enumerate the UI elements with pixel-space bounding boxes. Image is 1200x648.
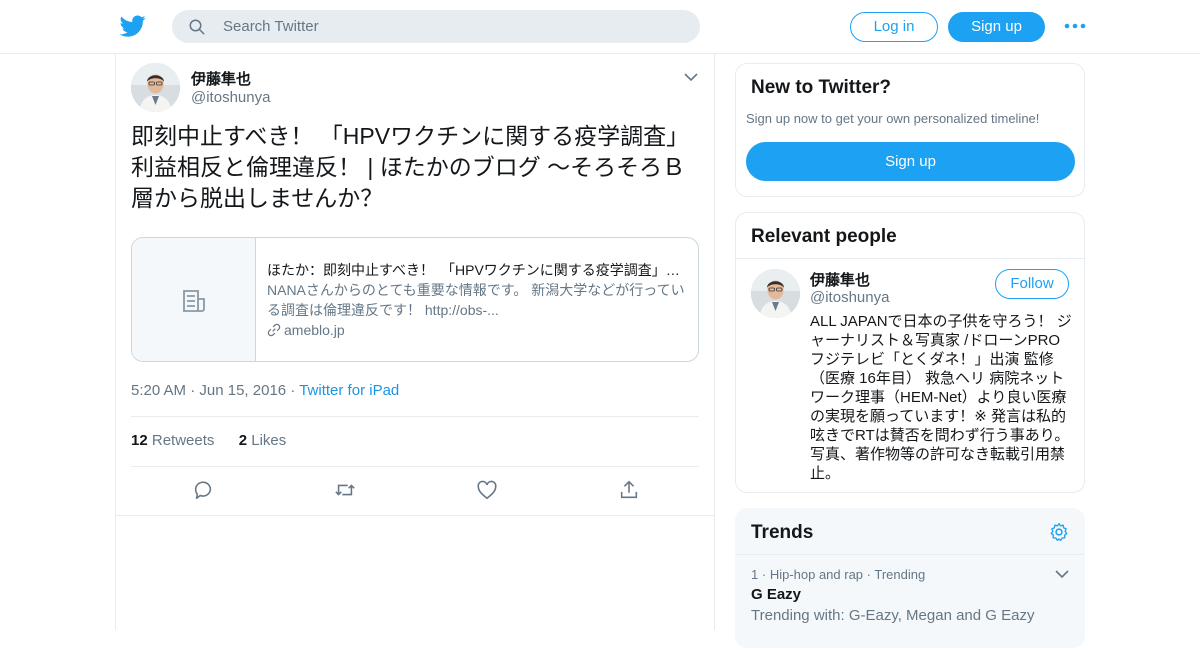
panel-title: New to Twitter? xyxy=(751,77,892,98)
person-handle[interactable]: @itoshunya xyxy=(810,289,889,306)
share-icon[interactable] xyxy=(618,479,640,501)
retweets-label[interactable]: Retweets xyxy=(152,432,215,449)
panel-title: Trends xyxy=(751,522,814,543)
new-to-twitter-panel: New to Twitter? Sign up now to get your … xyxy=(735,63,1085,197)
retweet-icon[interactable] xyxy=(334,479,356,501)
trend-name[interactable]: G Eazy xyxy=(751,586,801,603)
relevant-people-panel: Relevant people 伊藤隼也 @itoshunya Follow A… xyxy=(735,212,1085,493)
heart-icon[interactable] xyxy=(476,479,498,501)
trend-related: Trending with: G-Eazy, Megan and G Eazy xyxy=(751,607,1035,624)
search-input[interactable]: Search Twitter xyxy=(223,18,319,35)
login-button[interactable]: Log in xyxy=(850,12,938,42)
tweet-date[interactable]: Jun 15, 2016 xyxy=(199,382,286,399)
panel-subtitle: Sign up now to get your own personalized… xyxy=(746,111,1040,126)
divider xyxy=(131,416,699,417)
chevron-down-icon[interactable] xyxy=(683,70,699,84)
signup-button[interactable]: Sign up xyxy=(948,12,1045,42)
person-bio: ALL JAPANで日本の子供を守ろう！ ジャーナリスト＆写真家 /ドローンPR… xyxy=(810,313,1072,482)
card-domain-text: ameblo.jp xyxy=(284,322,345,338)
tweet-actions xyxy=(116,479,716,505)
search-icon xyxy=(189,19,205,35)
avatar[interactable] xyxy=(131,63,180,112)
tweet-text: 即刻中止すべき！ 「HPVワクチンに関する疫学調査」利益相反と倫理違反！ | ほ… xyxy=(131,123,690,211)
twitter-bird-icon[interactable] xyxy=(120,13,146,39)
tweet-stats: 12 Retweets 2 Likes xyxy=(131,432,286,449)
person-name[interactable]: 伊藤隼也 xyxy=(810,269,870,290)
meta-separator: · xyxy=(761,567,770,582)
author-name[interactable]: 伊藤隼也 xyxy=(191,68,251,89)
chevron-down-icon[interactable] xyxy=(1054,567,1070,581)
trend-status: Trending xyxy=(874,567,926,582)
search-box[interactable]: Search Twitter xyxy=(172,10,700,43)
link-icon xyxy=(267,323,281,337)
likes-count[interactable]: 2 xyxy=(239,432,247,449)
author-handle[interactable]: @itoshunya xyxy=(191,89,270,106)
meta-separator: · xyxy=(290,382,300,399)
likes-label[interactable]: Likes xyxy=(251,432,286,449)
tweet-source[interactable]: Twitter for iPad xyxy=(299,382,399,399)
panel-title: Relevant people xyxy=(751,226,897,247)
tweet-meta: 5:20 AM · Jun 15, 2016 · Twitter for iPa… xyxy=(131,382,399,399)
divider xyxy=(736,258,1084,259)
link-card[interactable]: ほたか：即刻中止すべき！ 「HPVワクチンに関する疫学調査」利益相反と倫理違反！… xyxy=(131,237,699,362)
trends-panel: Trends 1 · Hip-hop and rap · Trending G … xyxy=(735,508,1085,648)
top-bar: Search Twitter Log in Sign up xyxy=(0,0,1200,54)
tweet-time[interactable]: 5:20 AM xyxy=(131,382,186,399)
divider xyxy=(116,515,714,516)
gear-icon[interactable] xyxy=(1049,522,1069,542)
trend-category: Hip-hop and rap xyxy=(769,567,864,582)
card-domain: ameblo.jp xyxy=(267,322,345,338)
retweets-count[interactable]: 12 xyxy=(131,432,148,449)
signup-button[interactable]: Sign up xyxy=(746,142,1075,181)
more-dots-icon[interactable] xyxy=(1063,18,1087,34)
meta-separator: · xyxy=(190,382,200,399)
avatar[interactable] xyxy=(751,269,800,318)
follow-button[interactable]: Follow xyxy=(995,269,1069,299)
tweet-detail: 伊藤隼也 @itoshunya 即刻中止すべき！ 「HPVワクチンに関する疫学調… xyxy=(115,54,715,630)
divider xyxy=(736,554,1084,555)
card-title[interactable]: ほたか：即刻中止すべき！ 「HPVワクチンに関する疫学調査」利益相反と倫理違反！ xyxy=(267,260,689,280)
reply-icon[interactable] xyxy=(192,479,214,501)
trend-rank: 1 xyxy=(751,567,759,582)
document-icon xyxy=(183,290,205,312)
divider xyxy=(131,466,699,467)
card-thumbnail xyxy=(132,238,256,361)
card-description: NANAさんからのとても重要な情報です。 新潟大学などが行っている調査は倫理違反… xyxy=(267,282,685,318)
trend-meta: 1 · Hip-hop and rap · Trending xyxy=(751,567,925,582)
